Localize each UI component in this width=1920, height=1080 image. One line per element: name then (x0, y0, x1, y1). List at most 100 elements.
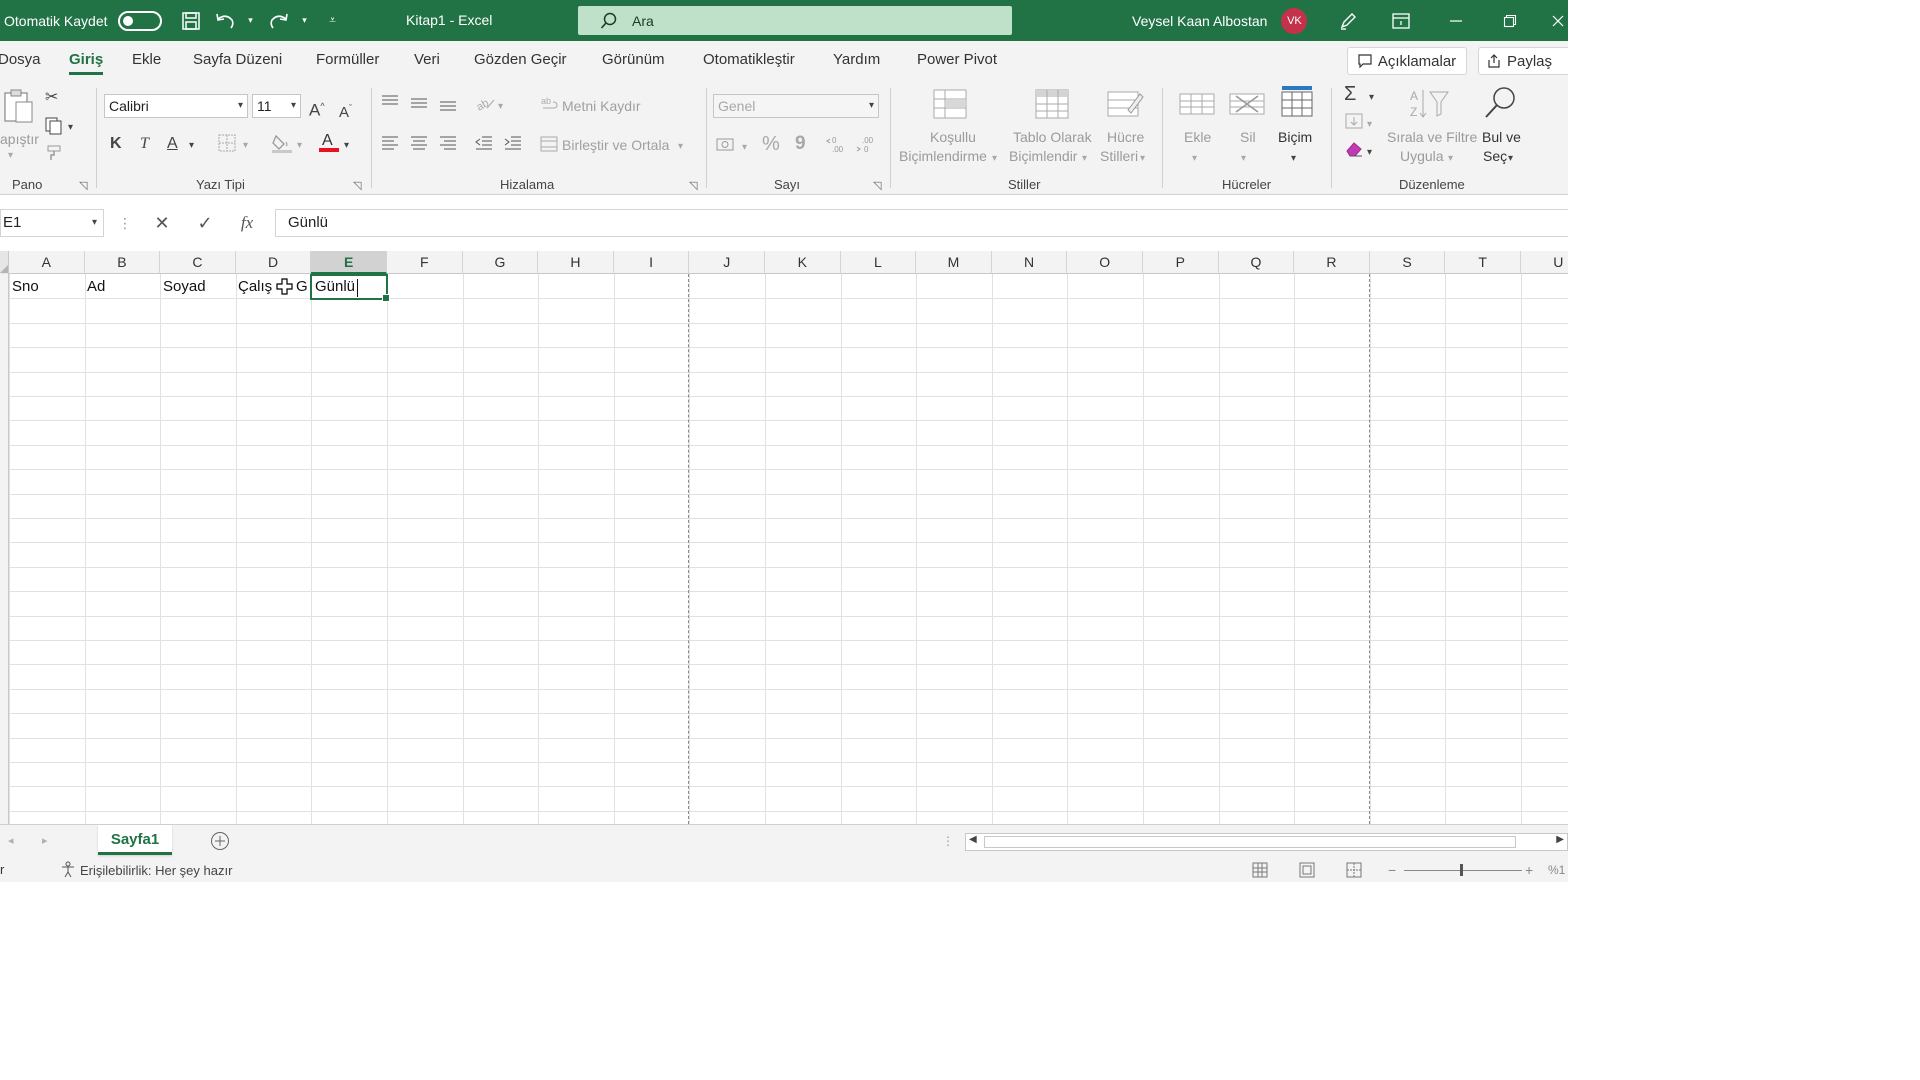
column-header-i[interactable]: I (614, 251, 690, 274)
format-painter-icon[interactable] (45, 144, 63, 168)
chevron-down-icon[interactable]: ▾ (742, 138, 747, 158)
format-as-table-label-2[interactable]: Biçimlendir (1009, 147, 1077, 166)
tab-giris[interactable]: Giriş (69, 41, 104, 80)
tab-sayfa-duzeni[interactable]: Sayfa Düzeni (193, 41, 282, 80)
format-as-table-label-1[interactable]: Tablo Olarak (1013, 128, 1092, 147)
comments-button[interactable]: Açıklamalar (1347, 47, 1467, 75)
column-header-p[interactable]: P (1143, 251, 1219, 274)
column-header-o[interactable]: O (1067, 251, 1143, 274)
active-cell-e1[interactable]: Günlü (310, 274, 390, 302)
search-box[interactable]: Ara (578, 6, 1012, 35)
column-header-s[interactable]: S (1370, 251, 1446, 274)
dialog-launcher-icon[interactable]: ◹ (353, 176, 361, 196)
chevron-down-icon[interactable]: ▾ (243, 136, 248, 156)
add-sheet-icon[interactable] (210, 831, 230, 856)
customize-qat-icon[interactable]: ⩡ (320, 8, 346, 34)
name-box[interactable]: E1 ▾ (0, 209, 104, 237)
chevron-down-icon[interactable]: ▾ (297, 136, 302, 156)
conditional-formatting-label-1[interactable]: Koşullu (930, 128, 976, 147)
formula-input[interactable]: Günlü (275, 209, 1568, 237)
sort-filter-icon[interactable]: AZ (1408, 86, 1450, 127)
fill-icon[interactable] (1344, 112, 1364, 136)
sort-filter-label-2[interactable]: Uygula (1400, 147, 1444, 166)
zoom-slider[interactable] (1404, 870, 1522, 871)
cell-c1[interactable]: Soyad (161, 274, 235, 299)
column-header-r[interactable]: R (1294, 251, 1370, 274)
format-cells-icon[interactable] (1278, 84, 1316, 125)
accounting-format-icon[interactable] (716, 136, 738, 160)
align-center-icon[interactable] (409, 134, 429, 158)
zoom-in-icon[interactable]: + (1525, 860, 1533, 880)
autosave-toggle[interactable] (117, 10, 162, 31)
chevron-down-icon[interactable]: ▾ (246, 8, 256, 34)
chevron-down-icon[interactable]: ▾ (68, 118, 73, 138)
scroll-left-icon[interactable]: ◂ (8, 831, 14, 851)
column-header-j[interactable]: J (689, 251, 765, 274)
find-select-label-2[interactable]: Seç (1483, 147, 1507, 166)
wrap-text-label[interactable]: Metni Kaydır (562, 98, 641, 114)
accessibility-status[interactable]: Erişilebilirlik: Her şey hazır (80, 863, 232, 878)
column-header-a[interactable]: A (9, 251, 85, 274)
chevron-down-icon[interactable]: ▾ (498, 97, 503, 117)
chevron-down-icon[interactable]: ▾ (1367, 115, 1372, 135)
align-bottom-icon[interactable] (438, 94, 458, 118)
font-size-select[interactable]: 11 ▾ (252, 94, 301, 118)
column-header-b[interactable]: B (85, 251, 161, 274)
minimize-icon[interactable] (1442, 0, 1470, 41)
find-select-label-1[interactable]: Bul ve (1482, 128, 1521, 147)
sort-filter-label-1[interactable]: Sırala ve Filtre (1387, 128, 1477, 147)
borders-icon[interactable] (218, 134, 236, 158)
delete-cells-label[interactable]: Sil (1240, 128, 1256, 147)
merge-center-icon[interactable] (540, 135, 558, 159)
redo-icon[interactable] (266, 8, 292, 34)
sheet-tab-sayfa1[interactable]: Sayfa1 (98, 825, 172, 855)
merge-center-label[interactable]: Birleştir ve Ortala (562, 137, 669, 153)
tab-veri[interactable]: Veri (414, 41, 440, 80)
chevron-down-icon[interactable]: ▾ (1367, 143, 1372, 163)
share-button[interactable]: Paylaş (1478, 47, 1568, 75)
page-break-view-icon[interactable] (1346, 862, 1362, 881)
scroll-right-arrow-icon[interactable]: ▶ (1556, 834, 1564, 845)
orientation-icon[interactable]: ab (474, 94, 497, 118)
tab-dosya[interactable]: Dosya (0, 41, 41, 80)
insert-cells-icon[interactable] (1178, 88, 1216, 125)
tab-gozden-gecir[interactable]: Gözden Geçir (474, 41, 567, 80)
cancel-entry-icon[interactable]: ✕ (149, 211, 175, 235)
tab-formuller[interactable]: Formüller (316, 41, 379, 80)
bold-button[interactable]: K (110, 134, 122, 154)
shrink-font-icon[interactable]: Aˇ (339, 98, 352, 123)
decrease-decimal-icon[interactable]: .00 0 (856, 134, 878, 160)
dialog-launcher-icon[interactable]: ◹ (873, 176, 881, 196)
chevron-down-icon[interactable]: ▾ (1369, 88, 1374, 108)
find-select-icon[interactable] (1482, 84, 1520, 127)
copy-icon[interactable] (44, 116, 64, 142)
delete-cells-icon[interactable] (1228, 88, 1266, 125)
chevron-down-icon[interactable]: ▾ (1241, 149, 1246, 169)
scroll-right-icon[interactable]: ▸ (42, 831, 48, 851)
dialog-launcher-icon[interactable]: ◹ (79, 176, 87, 196)
comma-style-button[interactable]: 9 (795, 134, 806, 154)
tab-yardim[interactable]: Yardım (833, 41, 880, 80)
cell-styles-icon[interactable] (1106, 88, 1144, 127)
conditional-formatting-label-2[interactable]: Biçimlendirme (899, 147, 987, 166)
font-color-icon[interactable]: A (318, 130, 340, 160)
cell-b1[interactable]: Ad (85, 274, 159, 299)
select-all-corner[interactable] (0, 251, 9, 274)
chevron-down-icon[interactable]: ▾ (1291, 149, 1296, 169)
column-header-h[interactable]: H (538, 251, 614, 274)
cut-icon[interactable]: ✂ (45, 88, 58, 108)
chevron-down-icon[interactable]: ▾ (189, 136, 194, 156)
format-cells-label[interactable]: Biçim (1278, 128, 1312, 147)
format-as-table-icon[interactable] (1034, 88, 1072, 127)
tab-gorunum[interactable]: Görünüm (602, 41, 665, 80)
chevron-down-icon[interactable]: ▾ (344, 136, 349, 156)
user-account[interactable]: Veysel Kaan Albostan VK (1132, 0, 1308, 41)
chevron-down-icon[interactable]: ▾ (992, 149, 997, 169)
tab-otomatiklestir[interactable]: Otomatikleştir (703, 41, 795, 80)
chevron-down-icon[interactable]: ▾ (1508, 149, 1513, 169)
autosum-icon[interactable]: Σ (1344, 84, 1356, 104)
cell-styles-label-2[interactable]: Stilleri (1100, 147, 1138, 166)
increase-indent-icon[interactable] (503, 134, 523, 158)
dialog-launcher-icon[interactable]: ◹ (689, 176, 697, 196)
cell-styles-label-1[interactable]: Hücre (1107, 128, 1144, 147)
